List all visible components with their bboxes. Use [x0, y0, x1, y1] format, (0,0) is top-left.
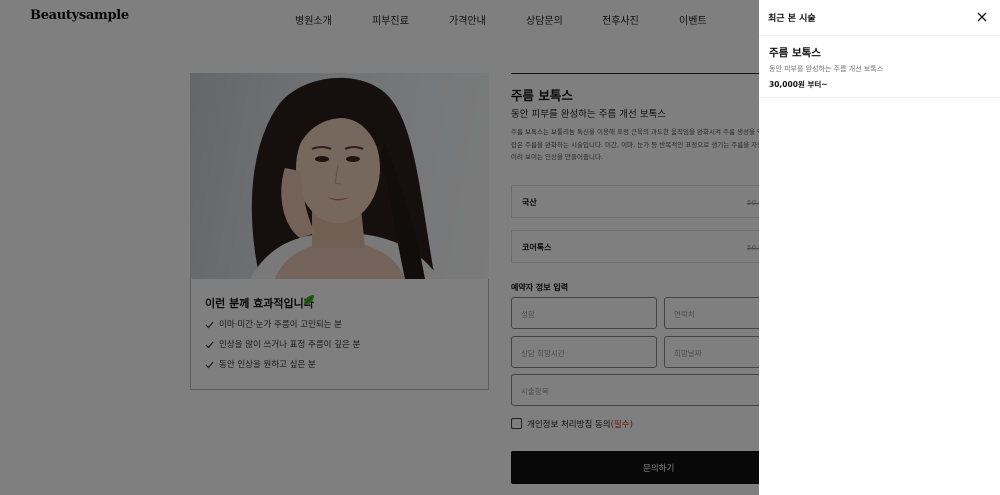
close-icon	[977, 12, 987, 22]
recent-item[interactable]: 주름 보톡스 동안 피부를 완성하는 주름 개선 보톡스 30,000원 부터~	[759, 37, 1000, 98]
recent-item-desc: 동안 피부를 완성하는 주름 개선 보톡스	[769, 65, 884, 73]
close-button[interactable]	[972, 8, 992, 26]
drawer-title: 최근 본 시술	[768, 14, 816, 24]
recent-item-price: 30,000원 부터~	[769, 80, 828, 89]
recent-drawer: 최근 본 시술 주름 보톡스 동안 피부를 완성하는 주름 개선 보톡스 30,…	[759, 0, 1000, 495]
recent-item-name: 주름 보톡스	[769, 47, 821, 59]
modal-overlay[interactable]	[0, 0, 759, 495]
drawer-header: 최근 본 시술	[759, 0, 1000, 36]
